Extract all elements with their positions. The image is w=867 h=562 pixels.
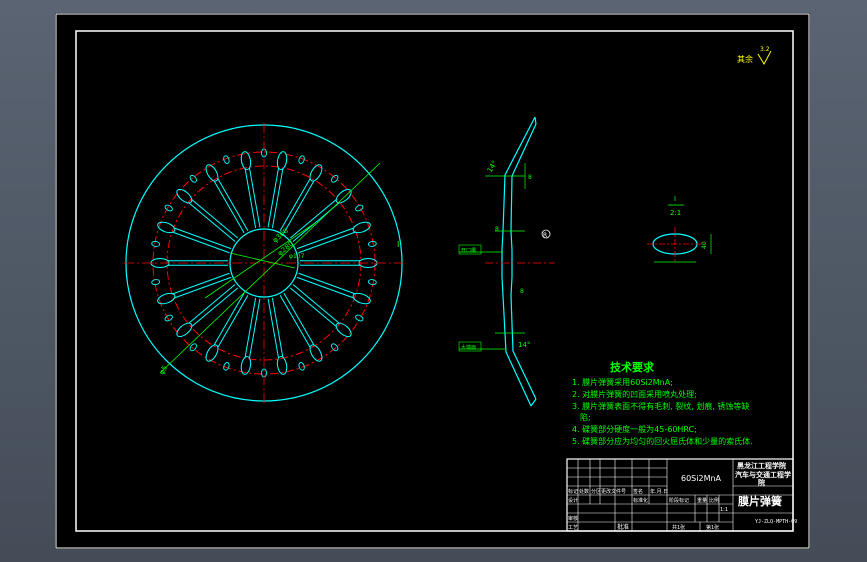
finger-slot [309,344,323,362]
design-label: 设计 [568,497,578,504]
dim-angle-b: 14° [518,341,530,349]
row-label-mark: 标记 [568,488,578,495]
tech-item-1: 1. 膜片弹簧采用60Si2MnA; [572,377,673,387]
tech-title: 技术要求 [610,360,655,374]
tech-item-2: 2. 对膜片弹簧的凹面采用喷丸处理; [572,389,697,399]
row-label-doc: 更改文件号 [601,488,626,495]
finger-edge [249,167,261,228]
finger-edge [172,231,230,254]
section-outline-right [510,123,537,400]
section-bottom-edge [530,398,537,407]
row-label-sign: 签名 [633,488,643,495]
finger-edge [213,292,245,346]
roughness-label: 其余 [737,54,753,64]
finger-edge [298,231,356,254]
finger-edge [267,298,279,359]
drawing-number-cell: YJ-ZLQ-MPTH-09 [755,519,797,525]
tech-item-3: 3. 膜片弹簧表面不得有毛刺, 裂纹, 划痕, 锈蚀等缺 [572,401,749,411]
window-hole [298,362,305,371]
roughness-value: 3.2 [760,46,770,53]
stage-mark-label: 阶段标记 [669,497,689,504]
sheets-total: 共1张 [672,524,685,531]
school-cell: 黑龙江工程学院 [737,461,786,470]
tech-item-4: 4. 碟簧部分硬度一般为45-60HRC; [572,424,697,434]
roughness-symbol: 其余 3.2 [737,46,772,66]
window-hole [367,279,377,286]
finger-edge [244,168,257,229]
dim-right: 8 [495,226,499,233]
finger-slot [176,322,193,338]
scale-label: 比例 [709,497,719,504]
row-label-count: 处数 [579,488,589,495]
section-top-edge [534,116,537,125]
dim-phi-c: φ107 [289,253,305,260]
row-label-zone: 分区 [591,488,601,495]
outer-frame [55,13,810,549]
finger-edge [191,199,239,239]
tech-item-3-cont: 陷; [580,412,591,422]
finger-slot [205,344,219,362]
dim-left: 8 [528,174,532,181]
window-hole [298,155,305,164]
check-label: 审核 [568,515,578,522]
finger-edge [249,298,261,359]
finger-edge [271,168,284,229]
drawing-svg: 其余 3.2 φ300 φ280 φ107 φ5 I 14° 14° 8 8 8… [55,13,810,549]
callout-b: 大端面 [461,344,476,351]
detail-label: I [674,195,676,203]
window-hole [367,240,377,247]
finger-edge [279,295,311,348]
detail-side-dim: 40 [701,241,708,249]
window-hole [151,279,161,286]
finger-edge [279,178,311,231]
finger-slot [176,188,193,204]
window-hole [151,240,161,247]
detail-view: I 2:1 40 [647,195,712,263]
window-hole [223,362,230,371]
finger-edge [298,272,356,295]
finger-slot [205,164,219,182]
finger-slot [309,164,323,182]
material-cell: 60Si2MnA [681,474,722,483]
finger-edge [283,180,315,234]
school-cell-3: 院 [758,478,765,487]
process-label: 工艺 [568,525,578,531]
inner-frame [75,30,794,532]
approve-label: 批准 [617,523,629,531]
scale-value: 1:1 [720,507,728,513]
dim-mid: 8 [520,288,524,295]
front-view: φ300 φ280 φ107 φ5 I [124,123,404,403]
detail-scale: 2:1 [670,209,681,217]
finger-edge [267,167,279,228]
school-cell-2: 汽车与交通工程学 [735,470,791,479]
row-label-date: 年.月.日 [650,488,668,495]
finger-edge [213,180,245,234]
weight-label: 重量 [697,497,707,504]
diameter-leader-a [159,162,381,374]
tech-item-5: 5. 碟簧部分应为均匀的回火屈氏体和少量的索氏体. [572,436,753,446]
dim-r: R [543,232,547,239]
window-hole [223,155,230,164]
finger-edge [289,287,337,327]
section-view: 14° 14° 8 8 8 R 开口槽 大端面 [458,116,555,407]
finger-edge [283,292,315,346]
finger-edge [172,272,230,295]
finger-edge [244,297,257,358]
finger-slot [335,322,352,338]
technical-requirements: 技术要求 1. 膜片弹簧采用60Si2MnA; 2. 对膜片弹簧的凹面采用喷丸处… [572,360,753,446]
drawing-canvas[interactable]: 其余 3.2 φ300 φ280 φ107 φ5 I 14° 14° 8 8 8… [55,13,810,549]
callout-a: 开口槽 [461,247,476,254]
dim-angle-a: 14° [486,159,499,174]
finger-edge [289,199,337,239]
title-block: 60Si2MnA 黑龙江工程学院 汽车与交通工程学 院 膜片弹簧 YJ-ZLQ-… [566,458,797,532]
view-marker: I [397,240,399,249]
finger-slot [335,188,352,204]
part-name-cell: 膜片弹簧 [738,494,782,508]
sheet-number: 第1张 [706,524,719,531]
diameter-leader-c [229,252,296,269]
finger-edge [271,297,284,358]
standardize-label: 标准化 [633,497,648,504]
finger-edge [217,178,249,231]
